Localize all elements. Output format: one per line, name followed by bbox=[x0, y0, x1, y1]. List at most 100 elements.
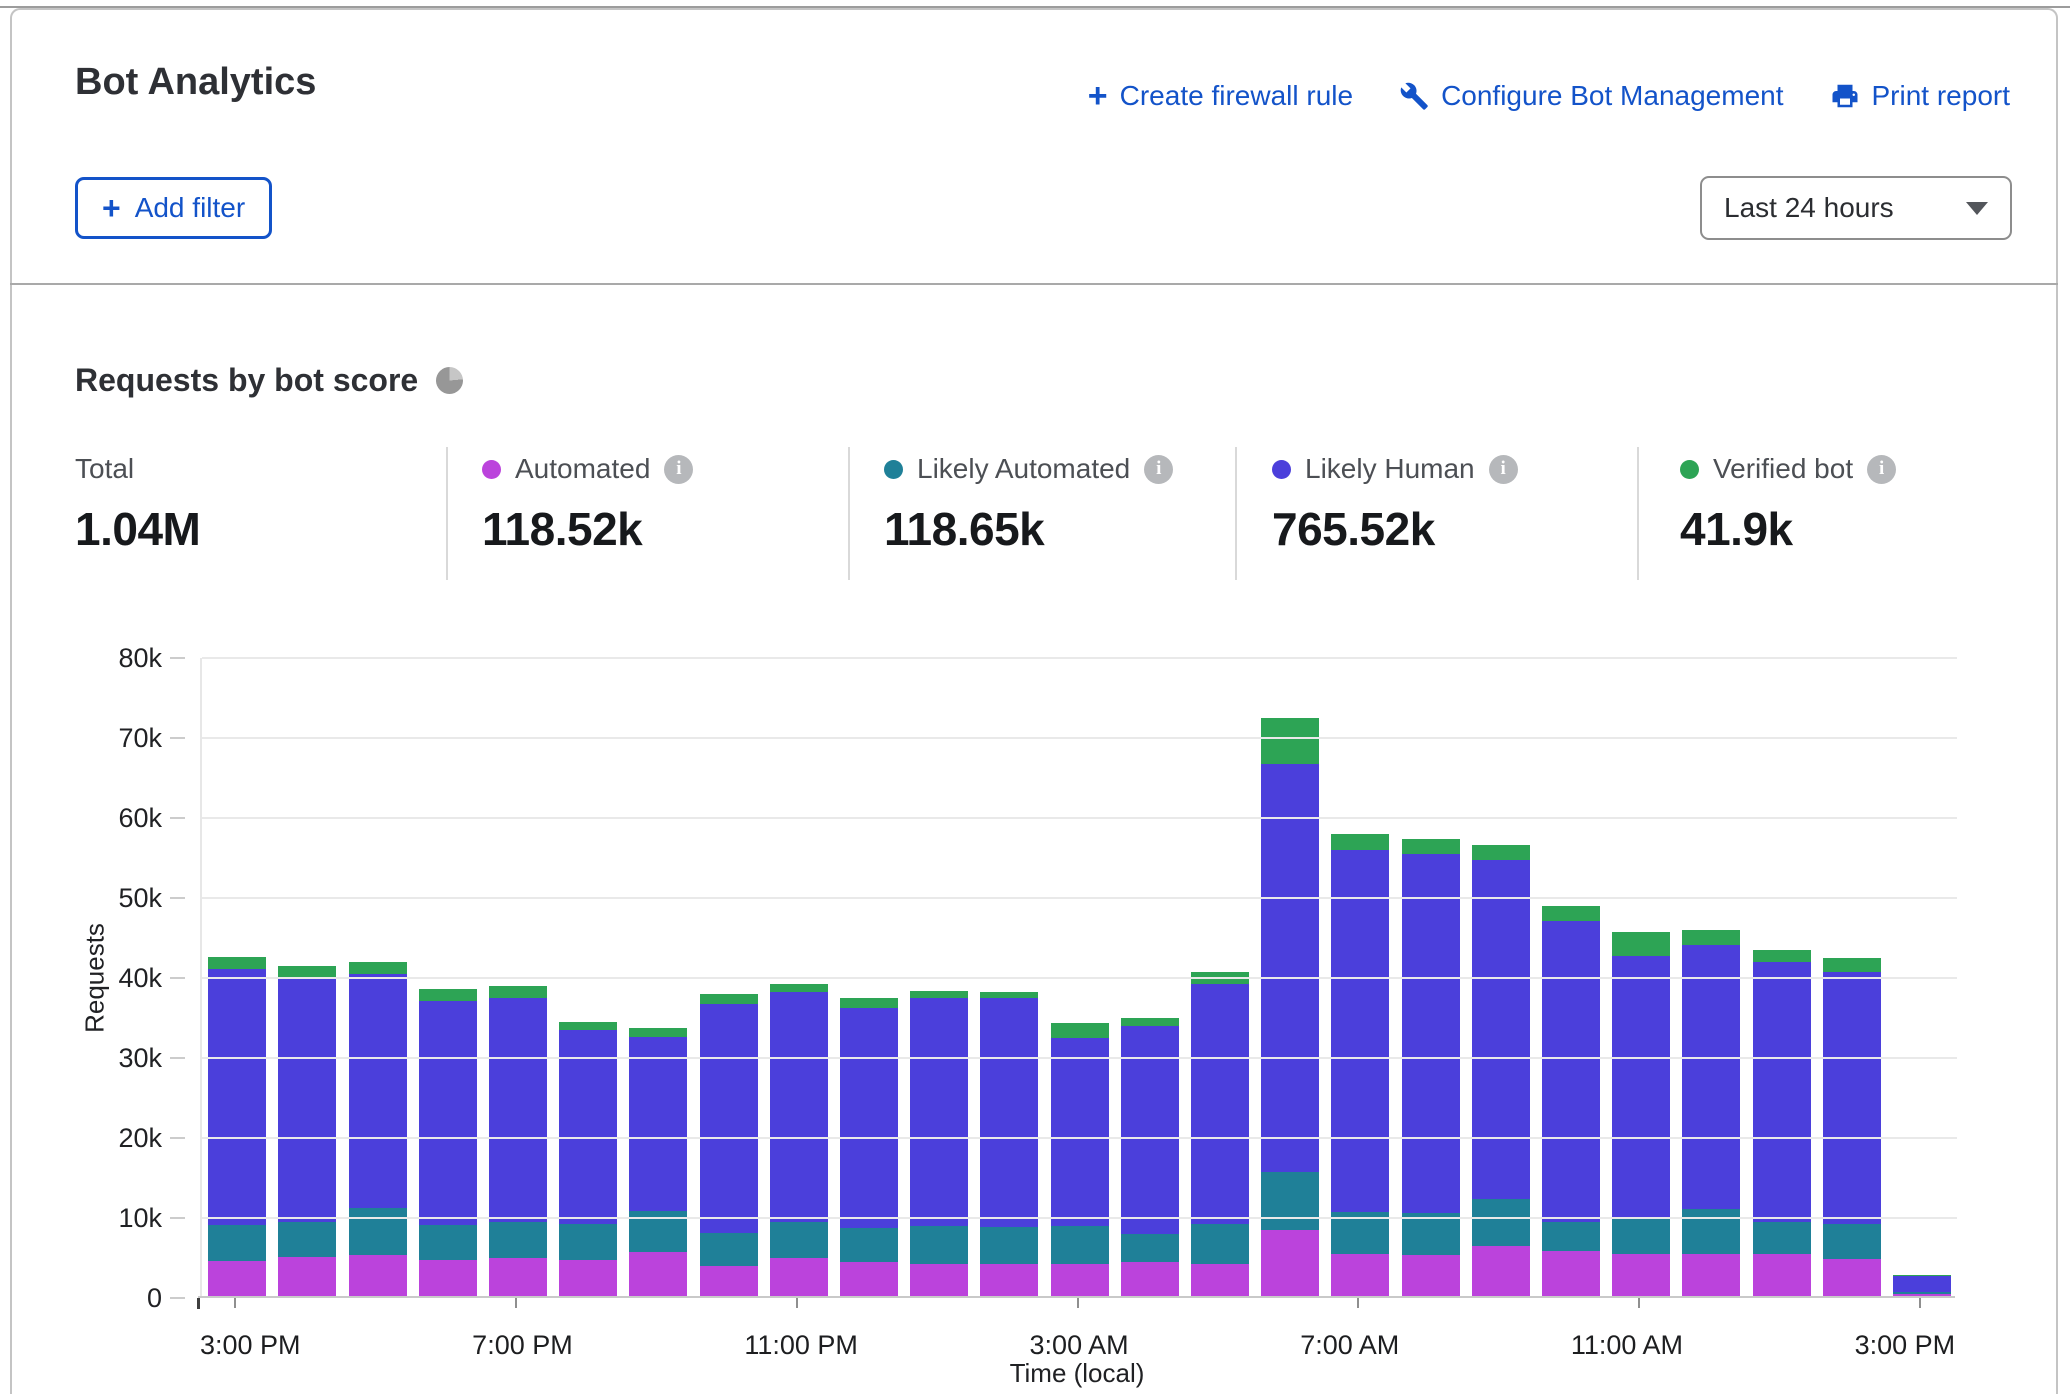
bar-segment-likely-automated bbox=[1612, 1217, 1670, 1254]
chart-bar-4-00-am[interactable] bbox=[1121, 1018, 1179, 1296]
chart-bar-7-00-pm[interactable] bbox=[489, 986, 547, 1296]
bar-segment-likely-automated bbox=[1191, 1224, 1249, 1264]
bar-segment-verified-bot bbox=[1472, 845, 1530, 860]
bar-segment-likely-human bbox=[1472, 860, 1530, 1199]
x-tick-cell bbox=[915, 1328, 972, 1362]
chart-bar-5-00-am[interactable] bbox=[1191, 972, 1249, 1296]
bar-segment-automated bbox=[840, 1262, 898, 1296]
gridline bbox=[202, 657, 1957, 659]
bar-segment-likely-automated bbox=[770, 1222, 828, 1259]
stat-verified-bot-value: 41.9k bbox=[1680, 502, 1896, 556]
bar-segment-likely-human bbox=[1331, 850, 1389, 1212]
bar-segment-likely-automated bbox=[349, 1208, 407, 1255]
chart-bar-10-00-pm[interactable] bbox=[700, 994, 758, 1296]
bar-segment-likely-automated bbox=[1261, 1172, 1319, 1230]
bar-segment-likely-human bbox=[910, 998, 968, 1226]
stat-automated-value: 118.52k bbox=[482, 502, 693, 556]
chart-bar-11-00-am[interactable] bbox=[1612, 932, 1670, 1296]
chart-bar-1-00-am[interactable] bbox=[910, 991, 968, 1296]
bar-segment-likely-human bbox=[419, 1001, 477, 1225]
chart-bar-7-00-am[interactable] bbox=[1331, 834, 1389, 1296]
stat-likely-human: Likely Human i 765.52k bbox=[1272, 452, 1518, 556]
chart-bar-5-00-pm[interactable] bbox=[349, 962, 407, 1296]
bar-segment-verified-bot bbox=[840, 998, 898, 1008]
gridline bbox=[202, 1137, 1957, 1139]
bar-segment-likely-human bbox=[489, 998, 547, 1221]
chart-bar-9-00-am[interactable] bbox=[1472, 845, 1530, 1296]
x-tick-label: 7:00 PM bbox=[472, 1328, 573, 1362]
bar-segment-verified-bot bbox=[770, 984, 828, 992]
bar-segment-likely-automated bbox=[1823, 1224, 1881, 1259]
bar-segment-likely-automated bbox=[1121, 1234, 1179, 1262]
bar-segment-likely-human bbox=[770, 992, 828, 1222]
x-tick-cell bbox=[972, 1328, 1029, 1362]
x-tick-cell: 7:00 AM bbox=[1300, 1328, 1399, 1362]
x-tick-cell: 3:00 PM bbox=[1855, 1328, 1956, 1362]
time-range-select[interactable]: Last 24 hours bbox=[1700, 176, 2012, 240]
x-tick-cell bbox=[573, 1328, 630, 1362]
chart-bar-12-00-am[interactable] bbox=[840, 998, 898, 1296]
bar-segment-likely-automated bbox=[208, 1225, 266, 1261]
bar-segment-likely-automated bbox=[1753, 1222, 1811, 1254]
info-icon[interactable]: i bbox=[664, 455, 693, 484]
page-title: Bot Analytics bbox=[75, 60, 316, 104]
chart-bar-10-00-am[interactable] bbox=[1542, 906, 1600, 1296]
bar-segment-verified-bot bbox=[1682, 930, 1740, 944]
chart-bar-6-00-am[interactable] bbox=[1261, 718, 1319, 1296]
chart-bar-12-00-pm[interactable] bbox=[1682, 930, 1740, 1296]
gridline bbox=[202, 977, 1957, 979]
chart-bar-8-00-pm[interactable] bbox=[559, 1022, 617, 1296]
y-tick-mark bbox=[170, 1137, 185, 1139]
bar-segment-verified-bot bbox=[1823, 958, 1881, 972]
create-firewall-rule-link[interactable]: + Create firewall rule bbox=[1088, 80, 1353, 112]
chart-bar-3-00-am[interactable] bbox=[1051, 1023, 1109, 1296]
y-tick-label: 50k bbox=[60, 880, 162, 916]
stat-likely-automated: Likely Automated i 118.65k bbox=[884, 452, 1173, 556]
x-tick-mark bbox=[515, 1298, 517, 1308]
print-report-link[interactable]: Print report bbox=[1830, 80, 2011, 112]
bar-segment-automated bbox=[770, 1258, 828, 1296]
chart-bar-3-00-pm[interactable] bbox=[208, 957, 266, 1296]
bar-segment-automated bbox=[1753, 1254, 1811, 1296]
chart-bar-1-00-pm[interactable] bbox=[1753, 950, 1811, 1296]
bar-segment-likely-automated bbox=[700, 1233, 758, 1266]
bar-segment-automated bbox=[1542, 1251, 1600, 1296]
configure-bot-management-link[interactable]: Configure Bot Management bbox=[1399, 80, 1783, 112]
chart-bar-2-00-am[interactable] bbox=[980, 992, 1038, 1296]
bar-segment-automated bbox=[1051, 1264, 1109, 1296]
x-tick-cell bbox=[1683, 1328, 1740, 1362]
bar-segment-automated bbox=[419, 1260, 477, 1296]
bar-segment-likely-human bbox=[559, 1030, 617, 1224]
info-icon[interactable]: i bbox=[1144, 455, 1173, 484]
legend-dot-automated bbox=[482, 460, 501, 479]
add-filter-button[interactable]: + Add filter bbox=[75, 177, 272, 239]
x-tick-labels: 3:00 PM7:00 PM11:00 PM3:00 AM7:00 AM11:0… bbox=[200, 1328, 1955, 1362]
chart-bar-4-00-pm[interactable] bbox=[278, 966, 336, 1296]
bar-segment-likely-automated bbox=[1472, 1199, 1530, 1246]
x-tick-label: 3:00 PM bbox=[1855, 1328, 1956, 1362]
bar-segment-verified-bot bbox=[1542, 906, 1600, 921]
chart-bar-3-00-pm[interactable] bbox=[1893, 1275, 1951, 1296]
info-icon[interactable]: i bbox=[1867, 455, 1896, 484]
x-tick-cell: 3:00 AM bbox=[1030, 1328, 1129, 1362]
x-tick-label: 11:00 AM bbox=[1571, 1328, 1683, 1362]
print-report-label: Print report bbox=[1872, 80, 2011, 112]
bar-segment-verified-bot bbox=[559, 1022, 617, 1031]
x-tick-cell: 3:00 PM bbox=[200, 1328, 301, 1362]
bar-segment-verified-bot bbox=[208, 957, 266, 969]
stat-total: Total 1.04M bbox=[75, 452, 200, 556]
chart-bar-9-00-pm[interactable] bbox=[629, 1028, 687, 1296]
bar-segment-likely-automated bbox=[980, 1227, 1038, 1264]
info-icon[interactable]: i bbox=[1489, 455, 1518, 484]
chart-bar-11-00-pm[interactable] bbox=[770, 984, 828, 1296]
chart-bar-2-00-pm[interactable] bbox=[1823, 958, 1881, 1296]
chart-bar-8-00-am[interactable] bbox=[1402, 839, 1460, 1296]
origin-tick bbox=[197, 1298, 200, 1309]
stat-divider bbox=[1637, 447, 1639, 580]
chart-bar-6-00-pm[interactable] bbox=[419, 989, 477, 1296]
x-tick-label: 7:00 AM bbox=[1300, 1328, 1399, 1362]
bar-segment-likely-human bbox=[1612, 956, 1670, 1217]
bar-segment-likely-automated bbox=[559, 1224, 617, 1260]
bar-segment-automated bbox=[278, 1257, 336, 1296]
bar-segment-automated bbox=[1191, 1264, 1249, 1296]
